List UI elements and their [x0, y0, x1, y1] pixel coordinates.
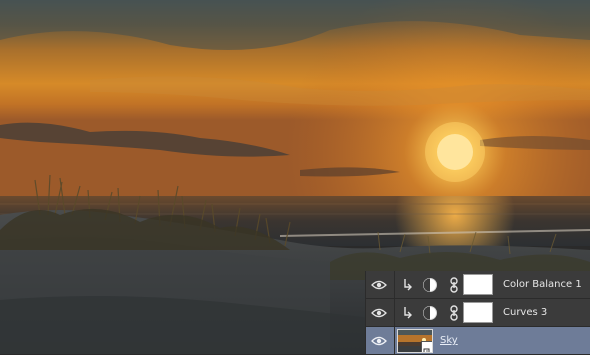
layer-name[interactable]: Sky	[440, 327, 458, 355]
layer-row-color-balance[interactable]: Color Balance 1	[366, 271, 590, 299]
eye-icon[interactable]	[370, 276, 388, 294]
layer-row-sky[interactable]: Sky	[366, 327, 590, 354]
chain-link-icon[interactable]	[448, 277, 460, 293]
layer-mask-thumbnail[interactable]	[463, 302, 493, 323]
clip-arrow-icon	[402, 305, 414, 321]
layer-name[interactable]: Curves 3	[503, 299, 547, 327]
eye-icon[interactable]	[370, 304, 388, 322]
layer-name[interactable]: Color Balance 1	[503, 271, 582, 299]
row-divider	[394, 327, 395, 354]
sky-thumbnail[interactable]	[397, 329, 433, 353]
row-divider	[394, 299, 395, 326]
curves-icon[interactable]	[422, 305, 438, 321]
eye-icon[interactable]	[370, 332, 388, 350]
color-balance-icon[interactable]	[422, 277, 438, 293]
clip-arrow-icon	[402, 277, 414, 293]
layer-row-curves[interactable]: Curves 3	[366, 299, 590, 327]
layers-panel: Color Balance 1 Curves 3 Sky	[365, 271, 590, 354]
chain-link-icon[interactable]	[448, 305, 460, 321]
row-divider	[394, 271, 395, 298]
layer-mask-thumbnail[interactable]	[463, 274, 493, 295]
smart-object-icon	[421, 341, 432, 352]
